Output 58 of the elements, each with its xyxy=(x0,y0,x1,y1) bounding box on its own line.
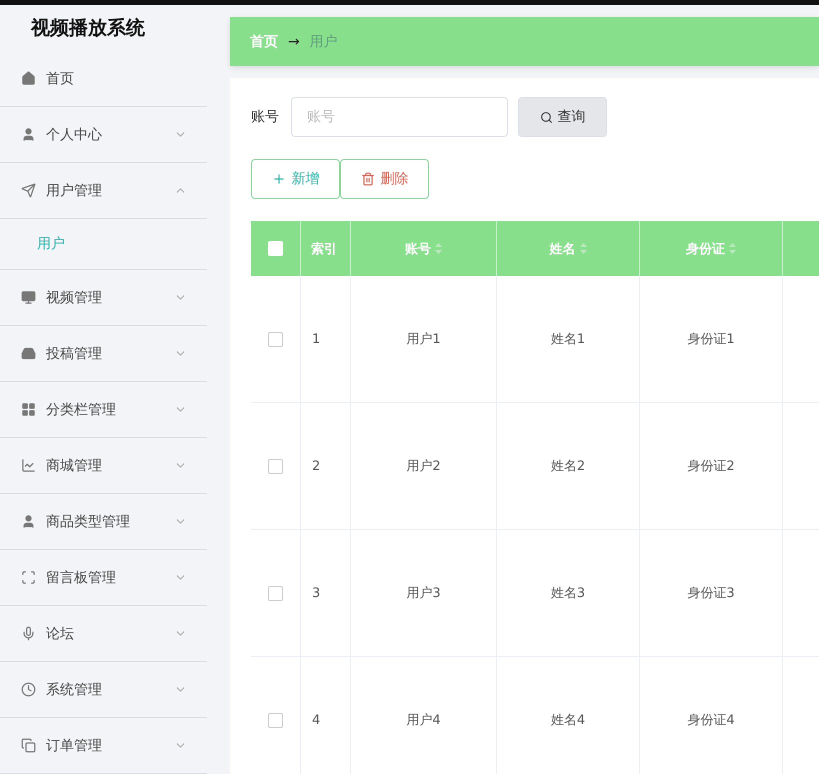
sort-icon xyxy=(580,243,586,254)
delete-button[interactable]: 删除 xyxy=(340,159,429,199)
row-checkbox[interactable] xyxy=(268,458,283,474)
paper-plane-icon xyxy=(21,183,36,198)
table-cell: 姓名4 xyxy=(497,657,640,774)
field-label: 账号 xyxy=(251,108,279,126)
row-checkbox[interactable] xyxy=(268,712,283,728)
sidebar-item[interactable]: 论坛 xyxy=(0,606,207,662)
copy-icon xyxy=(21,738,36,753)
sort-icon xyxy=(435,243,442,254)
plus-icon xyxy=(272,172,286,186)
table-cell: 姓名2 xyxy=(497,403,640,530)
table-cell: 用户1 xyxy=(351,276,497,403)
table-cell: 身份证3 xyxy=(640,530,783,657)
line-chart-icon xyxy=(21,458,36,473)
sidebar-item[interactable]: 首页 xyxy=(0,51,207,107)
sidebar-item[interactable]: 用户管理 xyxy=(0,163,207,219)
table-cell: 身份证4 xyxy=(640,657,783,774)
sidebar-item[interactable]: 订单管理 xyxy=(0,718,207,774)
grid-icon xyxy=(21,402,36,417)
sidebar-item[interactable]: 视频管理 xyxy=(0,270,207,326)
table-cell: 姓名1 xyxy=(497,276,640,403)
table-cell: 用户3 xyxy=(351,530,497,657)
sidebar-item[interactable]: 个人中心 xyxy=(0,107,207,163)
sidebar-item[interactable]: 系统管理 xyxy=(0,662,207,718)
microphone-icon xyxy=(21,626,36,641)
table-cell: 2 xyxy=(301,403,351,530)
corner-brackets-icon xyxy=(21,570,36,585)
app-title: 视频播放系统 xyxy=(30,16,146,41)
account-input-field[interactable]: 账号 xyxy=(291,97,508,137)
row-checkbox[interactable] xyxy=(268,332,283,346)
sidebar-item[interactable]: 投稿管理 xyxy=(0,326,207,382)
sidebar-item[interactable]: 留言板管理 xyxy=(0,550,207,606)
sidebar-item[interactable]: 商城管理 xyxy=(0,438,207,494)
sidebar-item[interactable]: 分类栏管理 xyxy=(0,382,207,438)
search-icon xyxy=(540,110,552,124)
monitor-icon xyxy=(21,290,36,305)
sidebar-item[interactable]: 商品类型管理 xyxy=(0,494,207,550)
query-button[interactable]: 查询 xyxy=(518,97,607,137)
person-icon xyxy=(21,514,36,529)
table-cell: 身份证1 xyxy=(640,276,783,403)
table-cell: 1 xyxy=(301,276,351,403)
table-cell: 姓名3 xyxy=(497,530,640,657)
breadcrumb-separator: → xyxy=(288,34,300,50)
table-cell: 身份证2 xyxy=(640,403,783,530)
breadcrumb-current: 用户 xyxy=(310,32,338,50)
tray-icon xyxy=(21,346,36,361)
row-checkbox[interactable] xyxy=(268,586,283,600)
table-cell: 4 xyxy=(301,657,351,774)
home-icon xyxy=(21,71,36,86)
clock-icon xyxy=(21,682,36,697)
person-icon xyxy=(21,127,36,142)
trash-icon xyxy=(360,172,374,186)
select-all-checkbox[interactable] xyxy=(268,241,283,256)
table-cell: 3 xyxy=(301,530,351,657)
sort-icon xyxy=(729,243,736,254)
table-cell: 用户4 xyxy=(351,657,497,774)
table-cell: 用户2 xyxy=(351,403,497,530)
